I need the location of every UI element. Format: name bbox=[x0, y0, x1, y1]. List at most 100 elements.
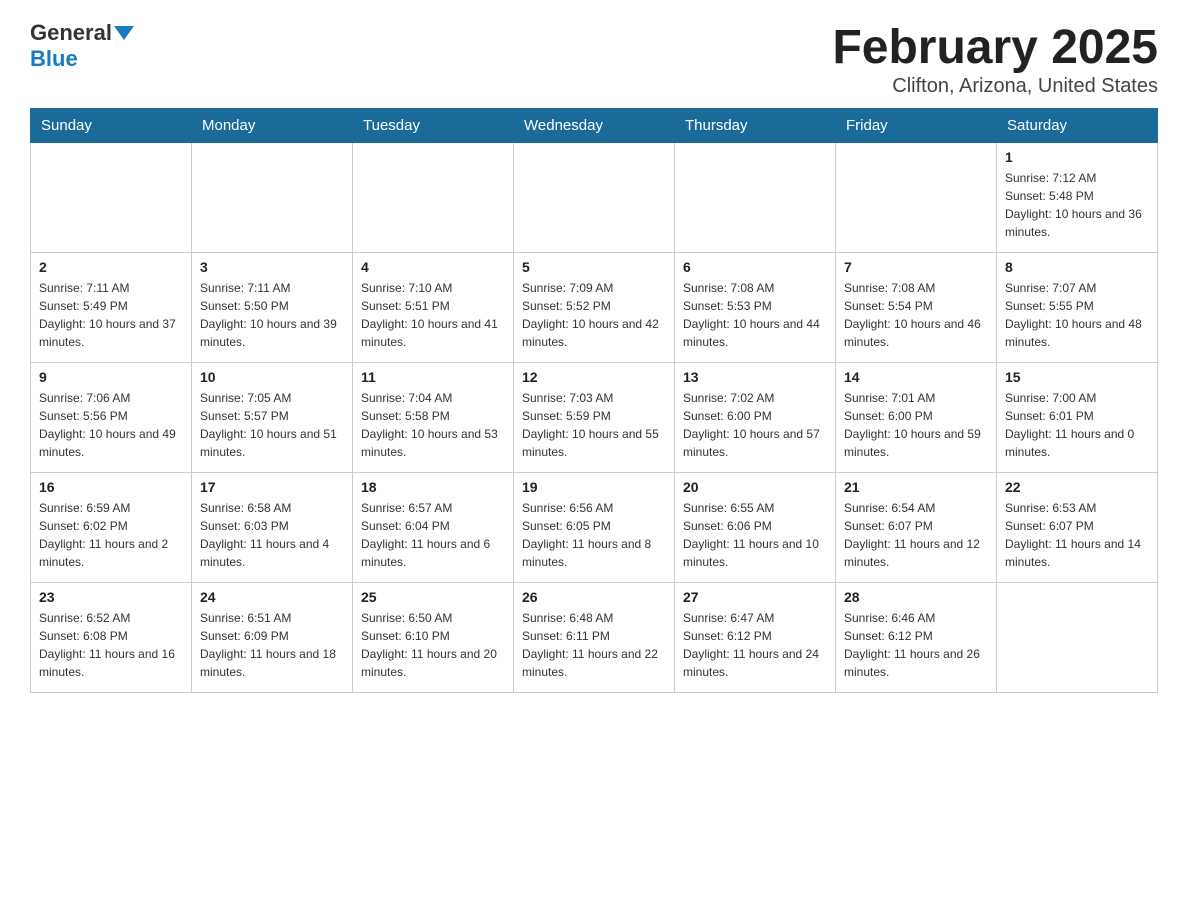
day-number: 19 bbox=[522, 479, 666, 495]
calendar-cell: 8 Sunrise: 7:07 AM Sunset: 5:55 PM Daylig… bbox=[997, 253, 1158, 363]
day-number: 2 bbox=[39, 259, 183, 275]
calendar-cell: 15 Sunrise: 7:00 AM Sunset: 6:01 PM Dayli… bbox=[997, 363, 1158, 473]
day-info: Sunrise: 6:59 AM Sunset: 6:02 PM Dayligh… bbox=[39, 499, 183, 571]
day-info: Sunrise: 6:47 AM Sunset: 6:12 PM Dayligh… bbox=[683, 609, 827, 681]
day-number: 7 bbox=[844, 259, 988, 275]
day-info: Sunrise: 6:50 AM Sunset: 6:10 PM Dayligh… bbox=[361, 609, 505, 681]
calendar-cell: 21 Sunrise: 6:54 AM Sunset: 6:07 PM Dayli… bbox=[836, 473, 997, 583]
calendar-cell: 10Sunrise: 7:05 AM Sunset: 5:57 PM Dayli… bbox=[192, 363, 353, 473]
day-info: Sunrise: 6:57 AM Sunset: 6:04 PM Dayligh… bbox=[361, 499, 505, 571]
day-info: Sunrise: 7:08 AM Sunset: 5:54 PM Dayligh… bbox=[844, 279, 988, 351]
day-number: 15 bbox=[1005, 369, 1149, 385]
day-info: Sunrise: 7:00 AM Sunset: 6:01 PM Dayligh… bbox=[1005, 389, 1149, 461]
day-number: 5 bbox=[522, 259, 666, 275]
calendar-cell: 12 Sunrise: 7:03 AM Sunset: 5:59 PM Dayli… bbox=[514, 363, 675, 473]
location: Clifton, Arizona, United States bbox=[832, 75, 1158, 98]
calendar-cell: 28 Sunrise: 6:46 AM Sunset: 6:12 PM Dayli… bbox=[836, 583, 997, 693]
calendar-cell: 2 Sunrise: 7:11 AM Sunset: 5:49 PM Daylig… bbox=[31, 253, 192, 363]
day-info: Sunrise: 6:46 AM Sunset: 6:12 PM Dayligh… bbox=[844, 609, 988, 681]
day-number: 9 bbox=[39, 369, 183, 385]
calendar-cell: 19Sunrise: 6:56 AM Sunset: 6:05 PM Dayli… bbox=[514, 473, 675, 583]
day-info: Sunrise: 7:11 AM Sunset: 5:49 PM Dayligh… bbox=[39, 279, 183, 351]
calendar-cell: 3 Sunrise: 7:11 AM Sunset: 5:50 PM Daylig… bbox=[192, 253, 353, 363]
day-number: 22 bbox=[1005, 479, 1149, 495]
day-number: 23 bbox=[39, 589, 183, 605]
day-of-week-header: Friday bbox=[836, 109, 997, 143]
calendar-cell: 17 Sunrise: 6:58 AM Sunset: 6:03 PM Dayli… bbox=[192, 473, 353, 583]
calendar-cell: 6Sunrise: 7:08 AM Sunset: 5:53 PM Daylig… bbox=[675, 253, 836, 363]
logo-triangle-icon bbox=[114, 26, 134, 40]
calendar-cell: 20 Sunrise: 6:55 AM Sunset: 6:06 PM Dayli… bbox=[675, 473, 836, 583]
calendar-cell bbox=[31, 143, 192, 253]
calendar-body: 1 Sunrise: 7:12 AM Sunset: 5:48 PM Daylig… bbox=[31, 143, 1158, 693]
calendar-week-row: 9 Sunrise: 7:06 AM Sunset: 5:56 PM Daylig… bbox=[31, 363, 1158, 473]
day-info: Sunrise: 7:03 AM Sunset: 5:59 PM Dayligh… bbox=[522, 389, 666, 461]
calendar-cell: 9 Sunrise: 7:06 AM Sunset: 5:56 PM Daylig… bbox=[31, 363, 192, 473]
day-info: Sunrise: 7:09 AM Sunset: 5:52 PM Dayligh… bbox=[522, 279, 666, 351]
day-info: Sunrise: 7:08 AM Sunset: 5:53 PM Dayligh… bbox=[683, 279, 827, 351]
day-info: Sunrise: 7:12 AM Sunset: 5:48 PM Dayligh… bbox=[1005, 169, 1149, 241]
day-number: 27 bbox=[683, 589, 827, 605]
logo-blue-text: Blue bbox=[30, 46, 78, 71]
day-info: Sunrise: 7:10 AM Sunset: 5:51 PM Dayligh… bbox=[361, 279, 505, 351]
day-number: 14 bbox=[844, 369, 988, 385]
calendar-cell: 7 Sunrise: 7:08 AM Sunset: 5:54 PM Daylig… bbox=[836, 253, 997, 363]
day-number: 8 bbox=[1005, 259, 1149, 275]
day-info: Sunrise: 6:54 AM Sunset: 6:07 PM Dayligh… bbox=[844, 499, 988, 571]
day-info: Sunrise: 7:11 AM Sunset: 5:50 PM Dayligh… bbox=[200, 279, 344, 351]
calendar-cell: 22 Sunrise: 6:53 AM Sunset: 6:07 PM Dayli… bbox=[997, 473, 1158, 583]
calendar-cell: 18 Sunrise: 6:57 AM Sunset: 6:04 PM Dayli… bbox=[353, 473, 514, 583]
day-number: 4 bbox=[361, 259, 505, 275]
day-info: Sunrise: 7:02 AM Sunset: 6:00 PM Dayligh… bbox=[683, 389, 827, 461]
day-of-week-header: Sunday bbox=[31, 109, 192, 143]
day-number: 3 bbox=[200, 259, 344, 275]
day-number: 28 bbox=[844, 589, 988, 605]
day-number: 25 bbox=[361, 589, 505, 605]
day-info: Sunrise: 6:53 AM Sunset: 6:07 PM Dayligh… bbox=[1005, 499, 1149, 571]
day-of-week-header: Thursday bbox=[675, 109, 836, 143]
day-number: 20 bbox=[683, 479, 827, 495]
calendar-cell bbox=[675, 143, 836, 253]
page-header: General Blue February 2025 Clifton, Ariz… bbox=[30, 20, 1158, 98]
day-number: 17 bbox=[200, 479, 344, 495]
logo-general-text: General bbox=[30, 20, 112, 46]
day-number: 16 bbox=[39, 479, 183, 495]
calendar-week-row: 16 Sunrise: 6:59 AM Sunset: 6:02 PM Dayli… bbox=[31, 473, 1158, 583]
day-number: 11 bbox=[361, 369, 505, 385]
calendar-cell bbox=[514, 143, 675, 253]
calendar-cell: 5 Sunrise: 7:09 AM Sunset: 5:52 PM Daylig… bbox=[514, 253, 675, 363]
calendar-week-row: 1 Sunrise: 7:12 AM Sunset: 5:48 PM Daylig… bbox=[31, 143, 1158, 253]
day-number: 12 bbox=[522, 369, 666, 385]
title-block: February 2025 Clifton, Arizona, United S… bbox=[832, 20, 1158, 98]
day-number: 10 bbox=[200, 369, 344, 385]
day-number: 18 bbox=[361, 479, 505, 495]
day-number: 21 bbox=[844, 479, 988, 495]
calendar-cell: 16 Sunrise: 6:59 AM Sunset: 6:02 PM Dayli… bbox=[31, 473, 192, 583]
day-info: Sunrise: 6:52 AM Sunset: 6:08 PM Dayligh… bbox=[39, 609, 183, 681]
day-info: Sunrise: 6:55 AM Sunset: 6:06 PM Dayligh… bbox=[683, 499, 827, 571]
calendar-cell bbox=[192, 143, 353, 253]
calendar-cell: 24Sunrise: 6:51 AM Sunset: 6:09 PM Dayli… bbox=[192, 583, 353, 693]
day-of-week-header: Saturday bbox=[997, 109, 1158, 143]
day-info: Sunrise: 6:58 AM Sunset: 6:03 PM Dayligh… bbox=[200, 499, 344, 571]
calendar-cell bbox=[353, 143, 514, 253]
calendar-cell: 1 Sunrise: 7:12 AM Sunset: 5:48 PM Daylig… bbox=[997, 143, 1158, 253]
day-info: Sunrise: 6:48 AM Sunset: 6:11 PM Dayligh… bbox=[522, 609, 666, 681]
calendar-cell: 27 Sunrise: 6:47 AM Sunset: 6:12 PM Dayli… bbox=[675, 583, 836, 693]
calendar-cell: 4 Sunrise: 7:10 AM Sunset: 5:51 PM Daylig… bbox=[353, 253, 514, 363]
day-info: Sunrise: 7:07 AM Sunset: 5:55 PM Dayligh… bbox=[1005, 279, 1149, 351]
calendar-cell bbox=[997, 583, 1158, 693]
calendar-cell: 26Sunrise: 6:48 AM Sunset: 6:11 PM Dayli… bbox=[514, 583, 675, 693]
calendar-cell: 11Sunrise: 7:04 AM Sunset: 5:58 PM Dayli… bbox=[353, 363, 514, 473]
calendar-week-row: 2 Sunrise: 7:11 AM Sunset: 5:49 PM Daylig… bbox=[31, 253, 1158, 363]
day-of-week-header: Monday bbox=[192, 109, 353, 143]
calendar-header: SundayMondayTuesdayWednesdayThursdayFrid… bbox=[31, 109, 1158, 143]
calendar-cell: 25 Sunrise: 6:50 AM Sunset: 6:10 PM Dayli… bbox=[353, 583, 514, 693]
day-info: Sunrise: 7:06 AM Sunset: 5:56 PM Dayligh… bbox=[39, 389, 183, 461]
day-info: Sunrise: 6:51 AM Sunset: 6:09 PM Dayligh… bbox=[200, 609, 344, 681]
month-title: February 2025 bbox=[832, 20, 1158, 75]
day-info: Sunrise: 7:01 AM Sunset: 6:00 PM Dayligh… bbox=[844, 389, 988, 461]
calendar-cell bbox=[836, 143, 997, 253]
day-number: 1 bbox=[1005, 149, 1149, 165]
calendar-table: SundayMondayTuesdayWednesdayThursdayFrid… bbox=[30, 108, 1158, 693]
